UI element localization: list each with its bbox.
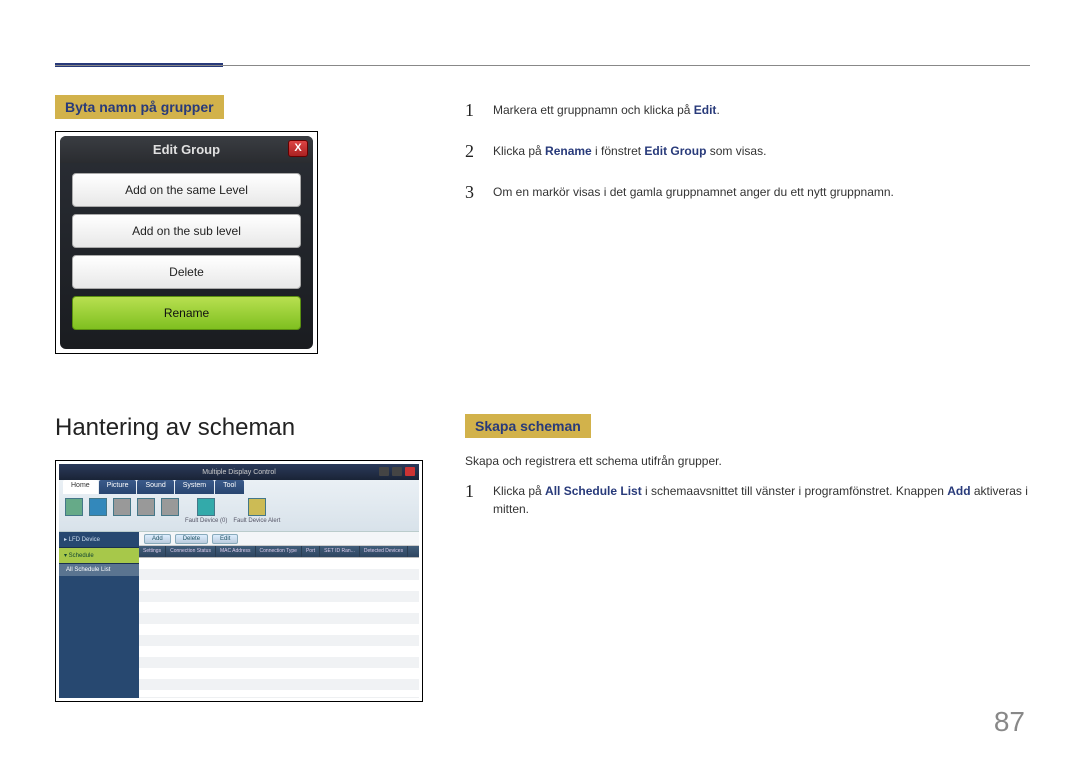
dialog-title-text: Edit Group	[153, 142, 220, 157]
tab-system[interactable]: System	[175, 480, 214, 494]
add-button[interactable]: Add	[144, 534, 171, 544]
ribbon-fault-alert[interactable]: Fault Device Alert	[233, 498, 280, 524]
menu-delete[interactable]: Delete	[72, 255, 301, 289]
app-title-text: Multiple Display Control	[202, 469, 276, 476]
grid-rows	[139, 557, 419, 697]
col[interactable]: SET ID Ran...	[320, 546, 360, 557]
col[interactable]: Connection Type	[256, 546, 302, 557]
window-controls	[379, 467, 415, 476]
ribbon-icon[interactable]	[65, 498, 83, 524]
menu-rename[interactable]: Rename	[72, 296, 301, 330]
menu-add-sub-level[interactable]: Add on the sub level	[72, 214, 301, 248]
step-2: 2 Klicka på Rename i fönstret Edit Group…	[465, 138, 1030, 165]
col[interactable]: MAC Address	[216, 546, 256, 557]
step-text: Klicka på All Schedule List i schemaavsn…	[493, 478, 1030, 518]
grid-area: Add Delete Edit Settings Connection Stat…	[139, 532, 419, 698]
delete-button[interactable]: Delete	[175, 534, 208, 544]
sidebar-item-all-schedule-list[interactable]: All Schedule List	[59, 564, 139, 576]
step-text: Markera ett gruppnamn och klicka på Edit…	[493, 97, 720, 124]
step-number: 2	[465, 138, 479, 165]
ribbon-icon[interactable]	[89, 498, 107, 524]
grid-header: Settings Connection Status MAC Address C…	[139, 546, 419, 557]
maximize-icon[interactable]	[392, 467, 402, 476]
tab-home[interactable]: Home	[63, 480, 98, 494]
horizontal-rule	[55, 65, 1030, 66]
sidebar-item-lfd[interactable]: ▸ LFD Device	[59, 532, 139, 548]
ribbon-icon[interactable]	[161, 498, 179, 524]
step-3: 3 Om en markör visas i det gamla gruppna…	[465, 179, 1030, 206]
app-screenshot: Multiple Display Control Home Picture So…	[55, 460, 423, 702]
section-label-rename: Byta namn på grupper	[55, 95, 224, 119]
tab-tool[interactable]: Tool	[215, 480, 244, 494]
step-1: 1 Markera ett gruppnamn och klicka på Ed…	[465, 97, 1030, 124]
section-description: Skapa och registrera ett schema utifrån …	[465, 454, 1030, 468]
minimize-icon[interactable]	[379, 467, 389, 476]
steps-list: 1 Markera ett gruppnamn och klicka på Ed…	[465, 97, 1030, 206]
col[interactable]: Port	[302, 546, 320, 557]
ribbon-icon[interactable]	[113, 498, 131, 524]
step-number: 1	[465, 478, 479, 518]
dialog-title: Edit Group X	[60, 136, 313, 163]
col[interactable]: Detected Devices	[360, 546, 408, 557]
menu-add-same-level[interactable]: Add on the same Level	[72, 173, 301, 207]
heading-schedules: Hantering av scheman	[55, 414, 425, 442]
step-text: Klicka på Rename i fönstret Edit Group s…	[493, 138, 766, 165]
col[interactable]: Settings	[139, 546, 166, 557]
edit-group-dialog-screenshot: Edit Group X Add on the same Level Add o…	[55, 131, 318, 354]
step-number: 3	[465, 179, 479, 206]
tab-sound[interactable]: Sound	[137, 480, 173, 494]
edit-button[interactable]: Edit	[212, 534, 238, 544]
ribbon-fault-device[interactable]: Fault Device (0)	[185, 498, 227, 524]
col[interactable]: Connection Status	[166, 546, 216, 557]
step-number: 1	[465, 97, 479, 124]
page-number: 87	[994, 706, 1025, 738]
ribbon: Home Picture Sound System Tool	[59, 480, 419, 532]
app-titlebar: Multiple Display Control	[59, 464, 419, 480]
ribbon-icon[interactable]	[137, 498, 155, 524]
sidebar: ▸ LFD Device ▾ Schedule All Schedule Lis…	[59, 532, 139, 698]
sidebar-item-schedule[interactable]: ▾ Schedule	[59, 548, 139, 564]
section-label-create: Skapa scheman	[465, 414, 591, 438]
step-text: Om en markör visas i det gamla gruppnamn…	[493, 179, 894, 206]
close-icon[interactable]	[405, 467, 415, 476]
close-icon[interactable]: X	[288, 140, 308, 157]
tab-picture[interactable]: Picture	[99, 480, 137, 494]
s2-step-1: 1 Klicka på All Schedule List i schemaav…	[465, 478, 1030, 518]
